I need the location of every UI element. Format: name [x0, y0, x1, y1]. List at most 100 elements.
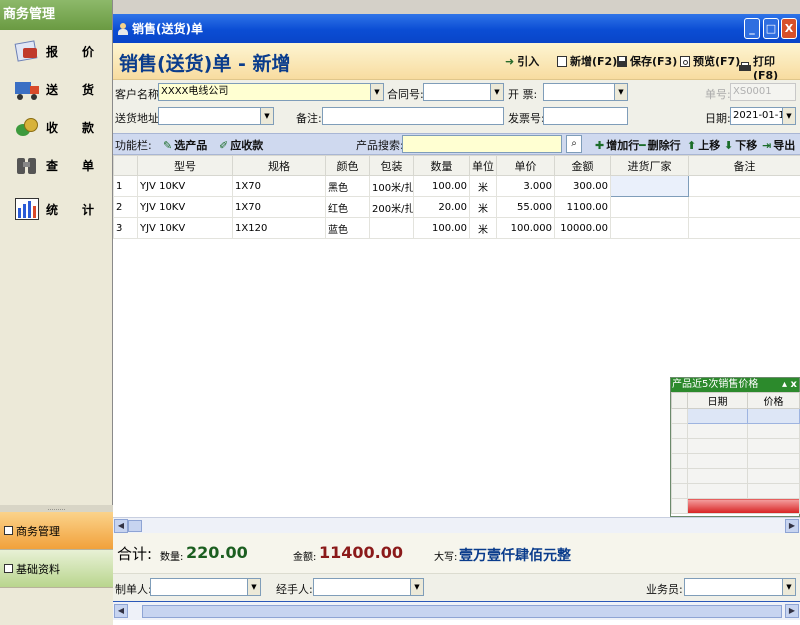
table-row[interactable]: [671, 423, 800, 439]
receivable-button[interactable]: ✐ 应收款: [219, 137, 263, 153]
date-picker[interactable]: 2021-01-19 ▼: [730, 107, 796, 125]
price-cell[interactable]: 3.000: [496, 175, 555, 197]
scroll-left-icon[interactable]: ◀: [114, 604, 128, 618]
remark-input[interactable]: [322, 107, 504, 125]
row-number-cell[interactable]: 1: [113, 175, 138, 197]
nav-item-statistics[interactable]: 统 计: [0, 190, 113, 228]
table-row[interactable]: [671, 453, 800, 469]
spec-cell[interactable]: 1X120: [232, 217, 326, 239]
model-cell[interactable]: YJV 10KV: [137, 175, 233, 197]
new-button[interactable]: 新增(F2): [556, 53, 617, 69]
product-search-input[interactable]: [402, 135, 562, 153]
price-cell[interactable]: 100.000: [496, 217, 555, 239]
column-header[interactable]: 颜色: [325, 155, 370, 176]
address-select[interactable]: ▼: [158, 107, 274, 125]
unit-cell[interactable]: 米: [469, 175, 497, 197]
maximize-button[interactable]: □: [763, 18, 779, 39]
row-number-cell[interactable]: 3: [113, 217, 138, 239]
spec-cell[interactable]: 1X70: [232, 175, 326, 197]
column-header[interactable]: 数量: [413, 155, 470, 176]
nav-group-basic-data[interactable]: 基础资料: [0, 550, 113, 588]
chevron-down-icon[interactable]: ▼: [370, 84, 383, 100]
popup-titlebar[interactable]: 产品近5次销售价格 ▴ x: [671, 378, 799, 392]
maker-select[interactable]: ▼: [150, 578, 261, 596]
column-header[interactable]: 单位: [469, 155, 497, 176]
remark-cell[interactable]: [688, 217, 800, 239]
color-cell[interactable]: 黑色: [325, 175, 370, 197]
remark-cell[interactable]: [688, 196, 800, 218]
table-row[interactable]: 3 YJV 10KV 1X120 蓝色 100.00 米 100.000 100…: [113, 217, 800, 239]
table-row[interactable]: [671, 438, 800, 454]
table-row[interactable]: 2 YJV 10KV 1X70 红色 200米/扎 20.00 米 55.000…: [113, 196, 800, 218]
amount-cell[interactable]: 1100.00: [554, 196, 611, 218]
chevron-down-icon[interactable]: ▼: [614, 84, 627, 100]
package-cell[interactable]: 200米/扎: [369, 196, 414, 218]
color-cell[interactable]: 蓝色: [325, 217, 370, 239]
chevron-down-icon[interactable]: ▼: [410, 579, 423, 595]
popup-controls[interactable]: ▴ x: [782, 378, 797, 392]
supplier-cell[interactable]: [610, 196, 689, 218]
model-cell[interactable]: YJV 10KV: [137, 217, 233, 239]
remark-cell[interactable]: [688, 175, 800, 197]
package-cell[interactable]: [369, 217, 414, 239]
price-cell[interactable]: 55.000: [496, 196, 555, 218]
package-cell[interactable]: 100米/扎: [369, 175, 414, 197]
customer-select[interactable]: XXXX电线公司 ▼: [158, 83, 384, 101]
nav-item-quote[interactable]: 报 价: [0, 32, 113, 70]
import-button[interactable]: ➜ 引入: [505, 53, 539, 69]
column-header[interactable]: 备注: [688, 155, 800, 176]
supplier-cell[interactable]: [610, 217, 689, 239]
table-row[interactable]: [671, 498, 800, 514]
nav-group-business[interactable]: 商务管理: [0, 512, 113, 550]
model-cell[interactable]: YJV 10KV: [137, 196, 233, 218]
minimize-button[interactable]: _: [744, 18, 760, 39]
chevron-down-icon[interactable]: ▼: [247, 579, 260, 595]
column-header[interactable]: 规格: [232, 155, 326, 176]
column-header[interactable]: 包装: [369, 155, 414, 176]
window-titlebar[interactable]: 销售(送货)单: [113, 14, 800, 43]
move-up-button[interactable]: ⬆ 上移: [687, 137, 720, 153]
nav-item-delivery[interactable]: 送 货: [0, 70, 113, 108]
column-header[interactable]: 进货厂家: [610, 155, 689, 176]
amount-cell[interactable]: 10000.00: [554, 217, 611, 239]
unit-cell[interactable]: 米: [469, 196, 497, 218]
grid-horizontal-scrollbar[interactable]: ◀ ▶: [113, 517, 800, 533]
scroll-thumb[interactable]: [142, 605, 782, 618]
invoice-number-input[interactable]: [543, 107, 628, 125]
chevron-down-icon[interactable]: ▼: [782, 579, 795, 595]
quantity-cell[interactable]: 100.00: [413, 217, 470, 239]
add-row-button[interactable]: ✚ 增加行: [595, 137, 639, 153]
print-button[interactable]: 打印(F8): [739, 53, 800, 82]
delete-row-button[interactable]: ━ 删除行: [639, 137, 681, 153]
save-button[interactable]: 保存(F3): [616, 53, 677, 69]
search-icon[interactable]: ⌕: [566, 135, 582, 153]
salesperson-select[interactable]: ▼: [684, 578, 796, 596]
quantity-cell[interactable]: 20.00: [413, 196, 470, 218]
row-number-cell[interactable]: 2: [113, 196, 138, 218]
scroll-right-icon[interactable]: ▶: [785, 519, 799, 533]
contract-select[interactable]: ▼: [423, 83, 504, 101]
nav-item-search-order[interactable]: 查 单: [0, 146, 113, 184]
column-header[interactable]: 型号: [137, 155, 233, 176]
unit-cell[interactable]: 米: [469, 217, 497, 239]
column-header[interactable]: 单价: [496, 155, 555, 176]
chevron-down-icon[interactable]: ▼: [782, 108, 795, 124]
table-row[interactable]: 1 YJV 10KV 1X70 黑色 100米/扎 100.00 米 3.000…: [113, 175, 800, 197]
select-product-button[interactable]: ✎ 选产品: [163, 137, 207, 153]
column-header[interactable]: [113, 155, 138, 176]
quantity-cell[interactable]: 100.00: [413, 175, 470, 197]
chevron-down-icon[interactable]: ▼: [490, 84, 503, 100]
invoice-select[interactable]: ▼: [543, 83, 628, 101]
amount-cell[interactable]: 300.00: [554, 175, 611, 197]
handler-select[interactable]: ▼: [313, 578, 424, 596]
column-header[interactable]: 金额: [554, 155, 611, 176]
scroll-right-icon[interactable]: ▶: [785, 604, 799, 618]
preview-button[interactable]: 预览(F7): [679, 53, 740, 69]
table-row[interactable]: [671, 408, 800, 424]
scroll-thumb[interactable]: [128, 520, 142, 532]
window-horizontal-scrollbar[interactable]: ◀ ▶: [113, 601, 800, 620]
table-row[interactable]: [671, 483, 800, 499]
chevron-down-icon[interactable]: ▼: [260, 108, 273, 124]
table-row[interactable]: [671, 468, 800, 484]
export-button[interactable]: ⇥ 导出: [762, 137, 795, 153]
